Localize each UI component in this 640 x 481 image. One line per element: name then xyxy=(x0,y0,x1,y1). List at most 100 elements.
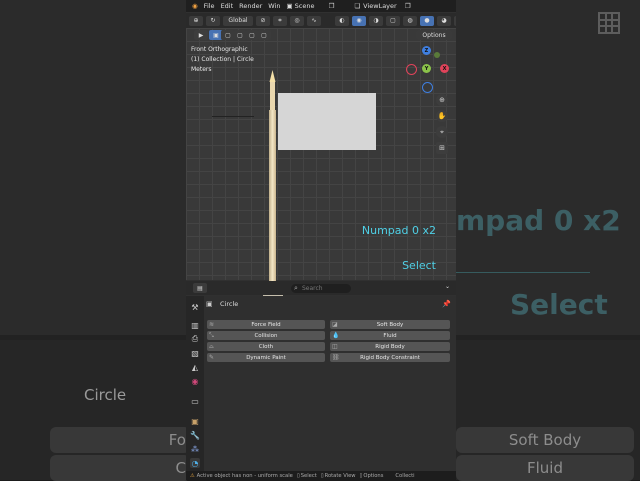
background-hint-select: Select xyxy=(510,288,608,321)
rigid-body-button[interactable]: ◫ Rigid Body xyxy=(330,342,450,351)
editor-type-icon[interactable]: ⊕ xyxy=(189,15,203,26)
cloth-button[interactable]: ⌓ Cloth xyxy=(207,342,325,351)
view-layer-tab-icon[interactable]: ▧ xyxy=(190,348,200,358)
select-tool-icon[interactable]: ▶ xyxy=(194,30,208,40)
options-dropdown[interactable]: Options xyxy=(416,30,452,40)
hint-numpad: Numpad 0 x2 xyxy=(361,224,436,237)
rigid-body-constraint-icon: ⛓ xyxy=(332,354,340,361)
status-bar: ⚠ Active object has non - uniform scale … xyxy=(186,471,456,480)
blender-logo-icon[interactable]: ◉ xyxy=(192,2,198,10)
mouse-middle-icon: ▯ xyxy=(320,472,324,479)
scene-tab-icon[interactable]: ◭ xyxy=(190,362,200,372)
hint-select: Select xyxy=(402,259,436,272)
rigid-body-constraint-button[interactable]: ⛓ Rigid Body Constraint xyxy=(330,353,450,362)
warning-icon: ⚠ xyxy=(190,472,195,479)
dynamic-paint-button[interactable]: ✎ Dynamic Paint xyxy=(207,353,325,362)
xray-icon[interactable]: ▢ xyxy=(386,15,400,26)
background-object-name: Circle xyxy=(84,386,127,404)
gizmo-neg-z-axis[interactable] xyxy=(422,82,433,93)
menu-edit[interactable]: Edit xyxy=(221,2,234,10)
ortho-toggle-icon[interactable]: ⊞ xyxy=(436,142,448,154)
render-tab-icon[interactable]: ▥ xyxy=(190,320,200,330)
output-tab-icon[interactable]: ⎙ xyxy=(190,334,200,344)
properties-search-input[interactable]: Search xyxy=(291,284,351,293)
gizmo-x-axis[interactable]: X xyxy=(440,64,449,73)
status-rotate: Rotate View xyxy=(324,472,356,479)
snap-icon[interactable]: ⌗ xyxy=(273,15,287,26)
background-collision: C xyxy=(50,455,190,481)
gizmo-neg-x-axis[interactable] xyxy=(406,64,417,75)
cloth-icon: ⌓ xyxy=(209,342,214,350)
blender-window: ◉ File Edit Render Win ▣ Scene ❐ ❏ ViewL… xyxy=(186,0,456,480)
particles-tab-icon[interactable]: ⁂ xyxy=(190,444,200,454)
soft-body-button[interactable]: ◪ Soft Body xyxy=(330,320,450,329)
pan-hand-icon[interactable]: ✋ xyxy=(436,110,448,122)
camera-view-icon[interactable]: ⌖ xyxy=(436,126,448,138)
physics-tab-icon[interactable]: ◔ xyxy=(190,458,200,468)
overlay-toggle-icon[interactable]: ◑ xyxy=(369,15,383,26)
object-name: Circle xyxy=(220,300,239,308)
mouse-left-icon: ▯ xyxy=(296,472,300,479)
tool-tab-icon[interactable]: ⚒ xyxy=(190,302,200,312)
force-field-button[interactable]: ≋ Force Field xyxy=(207,320,325,329)
menu-window[interactable]: Win xyxy=(268,2,280,10)
top-menu-bar: ◉ File Edit Render Win ▣ Scene ❐ ❏ ViewL… xyxy=(186,0,456,12)
background-fluid: Fluid xyxy=(456,455,634,481)
orientation-dropdown[interactable]: Global xyxy=(223,15,253,26)
zoom-icon[interactable]: ⊕ xyxy=(436,94,448,106)
menu-file[interactable]: File xyxy=(204,2,215,10)
curve-falloff-icon[interactable]: ∿ xyxy=(307,15,321,26)
world-tab-icon[interactable]: ◉ xyxy=(190,376,200,386)
menu-render[interactable]: Render xyxy=(239,2,262,10)
scene-name[interactable]: Scene xyxy=(295,2,315,10)
pole-object[interactable] xyxy=(269,110,276,288)
background-soft-body: Soft Body xyxy=(456,427,634,453)
status-warning: Active object has non - uniform scale xyxy=(196,472,293,479)
gizmo-toggle-icon[interactable]: ◉ xyxy=(352,15,366,26)
scene-icon: ▣ xyxy=(286,2,293,10)
collection-label: (1) Collection | Circle xyxy=(191,56,254,63)
object-tab-icon[interactable]: ▣ xyxy=(190,416,200,426)
gizmo-y-axis[interactable]: Y xyxy=(422,64,431,73)
view-layer-browse-icon[interactable]: ❐ xyxy=(405,2,411,10)
gizmo-z-axis[interactable]: Z xyxy=(422,46,431,55)
dynamic-paint-icon: ✎ xyxy=(209,354,215,361)
select-intersect-icon[interactable]: ▢ xyxy=(257,30,271,40)
material-shading-icon[interactable]: ◕ xyxy=(437,15,451,26)
layer-icon: ❏ xyxy=(354,2,361,10)
3d-viewport[interactable]: ▶ ▣ ▢ ▢ ▢ ▢ Options Front Orthographic (… xyxy=(186,28,456,301)
wireframe-shading-icon[interactable]: ◍ xyxy=(403,15,417,26)
gizmo-neg-y-axis[interactable] xyxy=(434,52,440,58)
pivot-icon[interactable]: ⊘ xyxy=(256,15,270,26)
rigid-body-icon: ◫ xyxy=(332,343,338,350)
properties-editor-type-icon[interactable]: ▤ xyxy=(193,283,207,293)
pin-icon[interactable]: 📌 xyxy=(442,300,451,308)
pole-tip-object[interactable] xyxy=(269,70,276,112)
collision-icon: ⤡ xyxy=(209,331,214,339)
collision-button[interactable]: ⤡ Collision xyxy=(207,331,325,340)
orientation-icon: ↻ xyxy=(206,15,220,26)
status-collection: Collecti xyxy=(395,472,415,479)
visibility-icon[interactable]: ◐ xyxy=(335,15,349,26)
properties-menu-chevron-icon[interactable]: ⌄ xyxy=(445,283,450,290)
scene-browse-icon[interactable]: ❐ xyxy=(329,2,335,10)
fluid-icon: 💧 xyxy=(332,332,340,339)
status-options: Options xyxy=(363,472,384,479)
modifier-tab-icon[interactable]: 🔧 xyxy=(190,430,200,440)
grid-icon xyxy=(598,12,620,34)
rendered-shading-icon[interactable]: ○ xyxy=(454,15,456,26)
units-label: Meters xyxy=(191,66,212,73)
solid-shading-icon[interactable]: ● xyxy=(420,15,434,26)
mouse-right-icon: ▯ xyxy=(359,472,363,479)
view-name: Front Orthographic xyxy=(191,46,248,53)
proportional-edit-icon[interactable]: ◎ xyxy=(290,15,304,26)
viewport-header: ⊕ ↻ Global ⊘ ⌗ ◎ ∿ ◐ ◉ ◑ ▢ ◍ ● ◕ ○ xyxy=(186,13,456,28)
force-field-icon: ≋ xyxy=(209,321,215,328)
fluid-button[interactable]: 💧 Fluid xyxy=(330,331,450,340)
object-icon: ▣ xyxy=(206,300,213,308)
view-layer-name[interactable]: ViewLayer xyxy=(363,2,397,10)
properties-tabs: ⚒ ▥ ⎙ ▧ ◭ ◉ ▭ ▣ 🔧 ⁂ ◔ xyxy=(186,296,204,471)
background-hint-numpad: mpad 0 x2 xyxy=(456,204,621,237)
flag-plane-object[interactable] xyxy=(278,93,376,150)
collection-tab-icon[interactable]: ▭ xyxy=(190,396,200,406)
